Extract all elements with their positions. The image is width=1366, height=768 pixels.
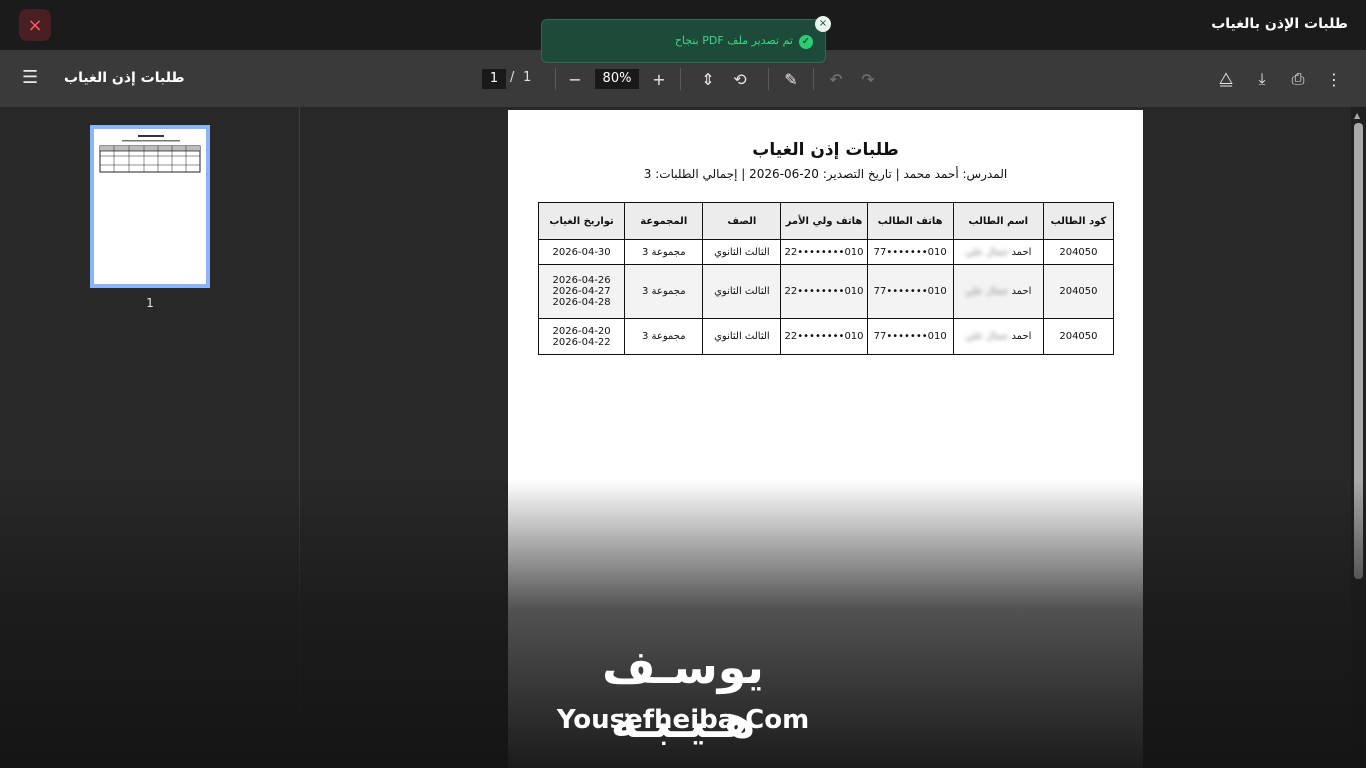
absence-date: 2026-04-30	[552, 246, 611, 258]
zoom-out-button[interactable]: −	[563, 67, 587, 91]
print-icon[interactable]: ⎙	[1286, 67, 1310, 91]
student-phone-cell: 010•••••••77	[866, 264, 954, 319]
thumbnail-page-number: 1	[146, 296, 154, 310]
column-header: المجموعة	[624, 202, 704, 240]
watermark-latin: Yousefheiba.Com	[556, 705, 810, 735]
parent-phone-cell: 010••••••••22	[780, 318, 868, 355]
table-row: 204050 احمد جمال علي 010•••••••77 010•••…	[537, 264, 1115, 319]
column-header: تواريخ الغياب	[537, 202, 626, 240]
absence-date: 2026-04-28	[552, 297, 611, 308]
student-name-cell: احمد جمال علي	[952, 318, 1044, 355]
student-name: احمد	[1011, 286, 1032, 297]
group-cell: مجموعة 3	[624, 318, 704, 355]
column-header: كود الطالب	[1042, 202, 1115, 240]
redo-icon[interactable]: ↷	[856, 67, 880, 91]
close-button[interactable]: ×	[19, 9, 51, 41]
zoom-in-button[interactable]: +	[647, 67, 671, 91]
rotate-icon[interactable]: ⟲	[728, 67, 752, 91]
student-name-blurred: جمال علي	[965, 331, 1009, 342]
group-cell: مجموعة 3	[624, 264, 704, 319]
page-total: 1	[523, 70, 532, 85]
toolbar-divider	[680, 68, 681, 90]
table-row: 204050 احمد جمال علي 010•••••••77 010•••…	[537, 239, 1115, 265]
column-header: هاتف ولي الأمر	[780, 202, 868, 240]
toast-close-icon[interactable]: ×	[815, 16, 831, 32]
student-name-cell: احمد جمال علي	[952, 239, 1044, 265]
download-icon[interactable]: ⤓	[1250, 67, 1274, 91]
absence-date: 2026-04-27	[552, 286, 611, 297]
scroll-up-icon[interactable]: ▲	[1354, 111, 1360, 120]
grade-cell: الثالث الثانوي	[702, 318, 782, 355]
app-title: طلبات الإذن بالغياب	[1211, 16, 1348, 32]
student-name: احمد	[1011, 246, 1032, 258]
dates-cell: 2026-04-30	[537, 239, 626, 265]
page-thumbnail[interactable]	[90, 125, 210, 288]
grade-cell: الثالث الثانوي	[702, 264, 782, 319]
toast-message: تم تصدير ملف PDF بنجاح	[674, 34, 793, 47]
undo-icon[interactable]: ↶	[824, 67, 848, 91]
grade-cell: الثالث الثانوي	[702, 239, 782, 265]
more-options-icon[interactable]: ⋮	[1322, 67, 1346, 91]
thumbnail-preview	[99, 135, 201, 173]
document-title: طلبات إذن الغياب	[64, 70, 185, 86]
parent-phone-cell: 010••••••••22	[780, 239, 868, 265]
toolbar-divider	[813, 68, 814, 90]
page-separator: /	[510, 70, 515, 85]
column-header: اسم الطالب	[952, 202, 1044, 240]
student-name: احمد	[1011, 331, 1032, 342]
toolbar-divider	[768, 68, 769, 90]
group-cell: مجموعة 3	[624, 239, 704, 265]
check-circle-icon: ✓	[799, 35, 813, 49]
column-header: هاتف الطالب	[866, 202, 954, 240]
fit-page-icon[interactable]: ⇕	[696, 67, 720, 91]
page-heading: طلبات إذن الغياب	[752, 140, 899, 160]
student-name-cell: احمد جمال علي	[952, 264, 1044, 319]
success-toast: ✓ تم تصدير ملف PDF بنجاح ×	[541, 16, 831, 63]
page-meta: المدرس: أحمد محمد | تاريخ التصدير: 20-06…	[643, 167, 1008, 181]
parent-phone-cell: 010••••••••22	[780, 264, 868, 319]
save-to-drive-icon[interactable]: ⧋	[1214, 67, 1238, 91]
toolbar-divider	[555, 68, 556, 90]
dates-cell: 2026-04-26 2026-04-27 2026-04-28	[537, 264, 626, 319]
table-row: 204050 احمد جمال علي 010•••••••77 010•••…	[537, 318, 1115, 355]
annotate-icon[interactable]: ✎	[779, 67, 803, 91]
student-phone-cell: 010•••••••77	[866, 239, 954, 265]
dates-cell: 2026-04-20 2026-04-22	[537, 318, 626, 355]
absence-date: 2026-04-22	[552, 336, 611, 348]
column-header: الصف	[702, 202, 782, 240]
zoom-input[interactable]: 80%	[595, 69, 639, 89]
student-name-blurred: جمال علي	[965, 246, 1009, 258]
student-code-cell: 204050	[1042, 264, 1115, 319]
absence-date: 2026-04-26	[552, 275, 611, 286]
absence-date: 2026-04-20	[552, 325, 611, 337]
student-name-blurred: جمال علي	[965, 286, 1009, 297]
student-code-cell: 204050	[1042, 239, 1115, 265]
page-number-input[interactable]: 1	[482, 69, 506, 89]
student-code-cell: 204050	[1042, 318, 1115, 355]
table-header-row: كود الطالب اسم الطالب هاتف الطالب هاتف و…	[537, 202, 1115, 240]
menu-icon[interactable]: ☰	[22, 69, 42, 87]
student-phone-cell: 010•••••••77	[866, 318, 954, 355]
absence-requests-table: كود الطالب اسم الطالب هاتف الطالب هاتف و…	[537, 202, 1115, 355]
